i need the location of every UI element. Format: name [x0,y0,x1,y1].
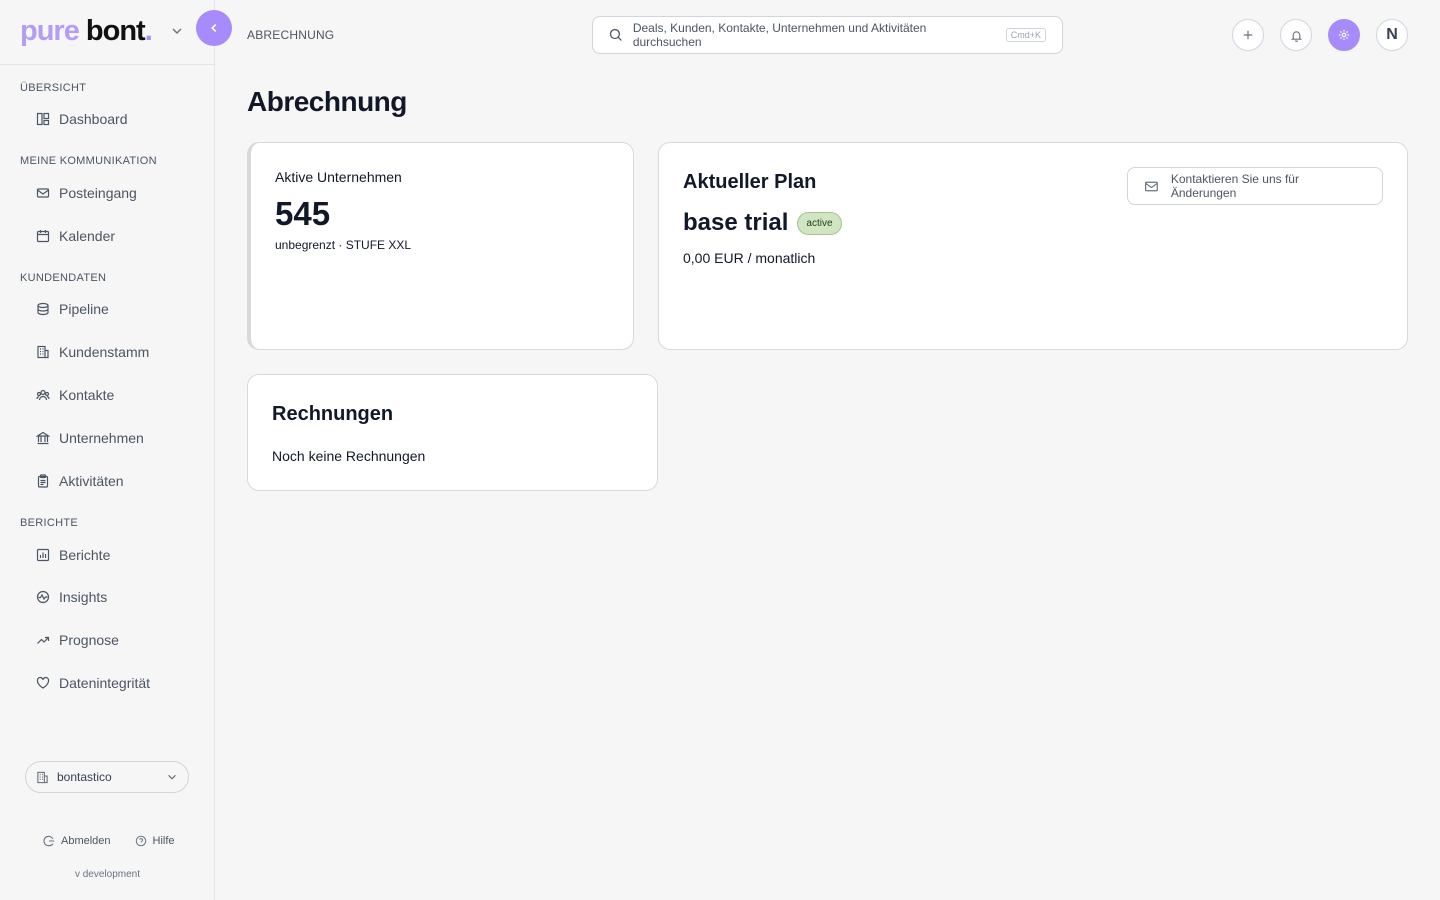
organization-select-value: bontastico [57,770,112,784]
sidebar-item-label: Prognose [59,632,119,648]
building-icon [37,771,48,783]
help-icon [135,835,146,847]
sidebar-item-label: Kontakte [59,387,115,403]
chevron-down-icon[interactable] [170,24,184,38]
sidebar-item-label: Unternehmen [59,430,144,446]
add-button[interactable] [1232,19,1264,51]
bar-chart-icon [36,548,50,562]
sidebar-item-label: Datenintegrität [59,675,151,691]
sidebar-item-label: Aktivitäten [59,473,124,489]
invoices-empty-text: Noch keine Rechnungen [272,448,426,464]
section-title-communication: MEINE KOMMUNIKATION [20,155,157,167]
collapse-sidebar-button[interactable] [196,10,232,46]
plan-name-row: base trial active [683,209,842,237]
mail-icon [36,188,50,198]
sidebar-item-reports[interactable]: Berichte [36,545,110,565]
logo-dot: . [144,15,153,47]
plus-icon [1243,30,1253,40]
search-input[interactable]: Deals, Kunden, Kontakte, Unternehmen und… [592,16,1063,54]
clipboard-icon [37,474,49,488]
section-title-reports: BERICHTE [20,517,79,529]
sidebar-item-label: Posteingang [59,185,137,201]
page-title: Abrechnung [247,86,407,117]
help-label: Hilfe [152,835,175,847]
building-icon [37,345,49,359]
contact-us-button[interactable]: Kontaktieren Sie uns für Änderungen [1127,167,1383,205]
invoices-card: Rechnungen Noch keine Rechnungen [247,374,658,491]
search-placeholder: Deals, Kunden, Kontakte, Unternehmen und… [632,21,927,49]
sidebar-item-label: Berichte [59,547,111,563]
logout-link[interactable]: Abmelden [43,835,111,847]
database-icon [37,302,49,316]
sidebar-item-calendar[interactable]: Kalender [36,226,115,246]
sidebar-item-activities[interactable]: Aktivitäten [36,471,124,491]
version-label: v development [74,869,141,880]
avatar[interactable]: N [1376,19,1408,51]
users-icon [36,389,50,401]
sidebar-item-label: Kalender [59,228,116,244]
active-companies-count: 545 [275,195,331,232]
current-plan-card: Aktueller Plan base trial active 0,00 EU… [658,142,1408,350]
activity-icon [36,590,50,604]
bell-icon [1290,30,1302,42]
plan-price: 0,00 EUR / monatlich [683,250,816,266]
breadcrumb: ABRECHNUNG [247,28,335,42]
settings-button[interactable] [1328,19,1360,51]
search-icon [609,28,622,41]
sidebar-item-dashboard[interactable]: Dashboard [36,109,128,129]
notifications-button[interactable] [1280,19,1312,51]
chevron-left-icon [211,23,217,33]
sidebar-item-pipeline[interactable]: Pipeline [36,299,109,319]
section-title-overview: ÜBERSICHT [20,82,87,94]
logout-label: Abmelden [61,835,111,847]
trending-up-icon [37,636,50,644]
contact-us-label: Kontaktieren Sie uns für Änderungen [1170,172,1299,200]
sidebar-item-contacts[interactable]: Kontakte [36,385,114,405]
logo-text-bont: bont [85,15,146,47]
active-companies-detail: unbegrenzt · STUFE XXL [275,238,412,252]
chevron-down-icon [168,774,176,780]
sidebar: pure bont. ÜBERSICHT Dashboard MEINE KOM… [0,0,215,900]
invoices-heading: Rechnungen [272,403,394,425]
sidebar-item-inbox[interactable]: Posteingang [36,183,137,203]
active-companies-label: Aktive Unternehmen [275,169,402,185]
calendar-icon [36,230,50,243]
sidebar-item-data-integrity[interactable]: Datenintegrität [36,673,150,693]
logout-icon [43,835,55,847]
sidebar-item-label: Insights [59,589,108,605]
gear-icon [1338,29,1350,41]
mail-icon [1145,181,1158,191]
logo-text-pure: pure [20,15,80,47]
section-title-customer-data: KUNDENDATEN [20,272,107,284]
organization-select[interactable]: bontastico [25,761,189,793]
active-companies-card: Aktive Unternehmen 545 unbegrenzt · STUF… [247,142,634,350]
bank-icon [36,431,50,445]
logo-bar: pure bont. [0,0,214,65]
avatar-initial: N [1386,26,1398,43]
plan-name: base trial [683,209,789,236]
sidebar-item-customer-base[interactable]: Kundenstamm [36,342,149,362]
sidebar-item-label: Dashboard [59,111,128,127]
search-shortcut: Cmd+K [1005,28,1046,42]
sidebar-item-label: Kundenstamm [59,344,150,360]
sidebar-item-insights[interactable]: Insights [36,587,107,607]
heart-icon [36,676,50,689]
status-badge: active [797,211,842,235]
brand-logo[interactable]: pure bont. [20,14,153,48]
sidebar-item-forecast[interactable]: Prognose [36,630,119,650]
dashboard-icon [36,112,50,126]
sidebar-footer-links: Abmelden Hilfe [43,835,175,847]
sidebar-item-companies[interactable]: Unternehmen [36,428,144,448]
help-link[interactable]: Hilfe [135,835,175,847]
plan-heading: Aktueller Plan [683,171,817,193]
sidebar-item-label: Pipeline [59,301,109,317]
